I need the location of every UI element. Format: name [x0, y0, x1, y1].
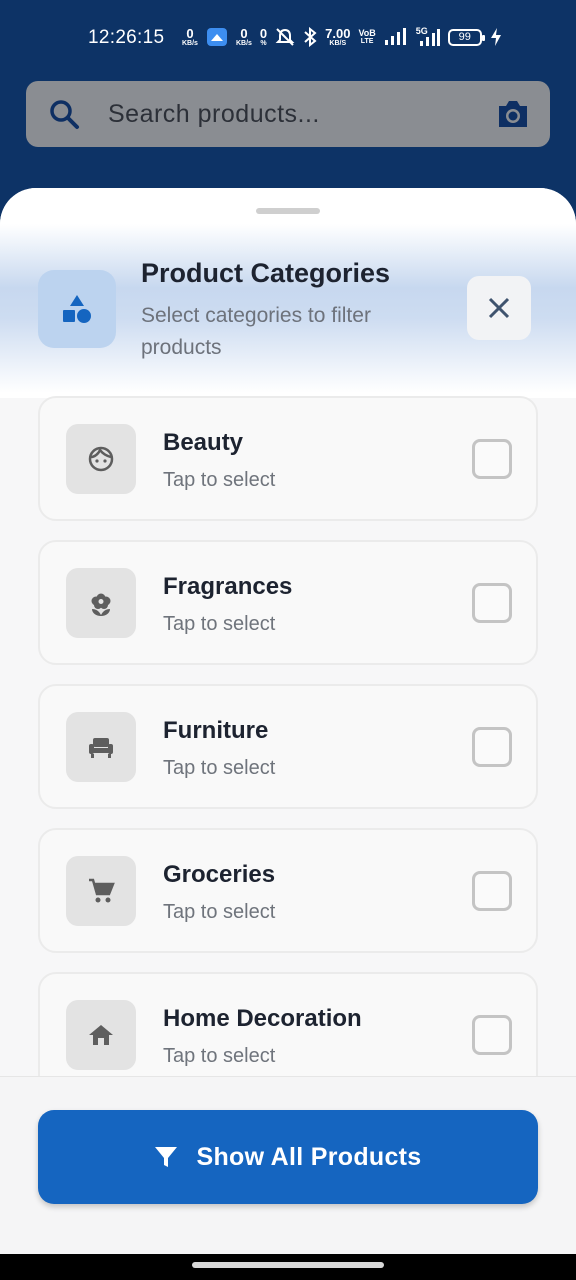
sheet-title: Product Categories	[141, 258, 391, 288]
category-hint: Tap to select	[163, 469, 276, 491]
camera-icon[interactable]	[496, 98, 530, 130]
bluetooth-icon	[304, 27, 317, 47]
category-checkbox[interactable]	[472, 727, 512, 767]
close-button[interactable]	[467, 276, 531, 340]
net-speed-indicator: 0 KB/s	[182, 25, 198, 47]
status-icons: 0 KB/s 0 KB/s 0% 7.00 KB/S VoB LTE 5G 99	[182, 24, 502, 50]
category-checkbox[interactable]	[472, 871, 512, 911]
category-item-icon-box	[66, 712, 136, 782]
net-speed-indicator: 0 KB/s	[235, 25, 252, 47]
sheet-footer: Show All Products	[0, 1076, 576, 1254]
category-hint: Tap to select	[163, 901, 276, 923]
show-all-products-label: Show All Products	[196, 1142, 422, 1171]
speed-indicator: 7.00 KB/S	[325, 25, 351, 47]
search-icon[interactable]	[48, 98, 80, 130]
category-item-beauty[interactable]: Beauty Tap to select	[38, 396, 538, 521]
battery-icon: 99	[447, 28, 485, 46]
search-bar	[26, 81, 550, 147]
category-checkbox[interactable]	[472, 1015, 512, 1055]
category-hint: Tap to select	[163, 613, 276, 635]
category-name: Furniture	[163, 717, 269, 744]
category-item-furniture[interactable]: Furniture Tap to select	[38, 684, 538, 809]
category-item-fragrances[interactable]: Fragrances Tap to select	[38, 540, 538, 665]
armchair-icon	[89, 738, 113, 758]
mute-icon	[275, 28, 295, 46]
search-input[interactable]	[108, 91, 478, 137]
category-bottom-sheet: Product Categories Select categories to …	[0, 188, 576, 1254]
category-name: Fragrances	[163, 573, 293, 600]
status-bar: 12:26:15 0 KB/s 0 KB/s 0% 7.00 KB/S VoB LTE …	[0, 0, 576, 72]
signal-icon	[384, 28, 406, 45]
category-name: Groceries	[163, 861, 276, 888]
category-list[interactable]: Beauty Tap to select Fragrances Tap to s…	[0, 396, 576, 1076]
face-icon	[88, 446, 114, 472]
category-hint: Tap to select	[163, 757, 276, 779]
category-item-icon-box	[66, 856, 136, 926]
drag-handle[interactable]	[256, 208, 320, 214]
volte-indicator: VoB LTE	[358, 28, 376, 45]
category-name: Home Decoration	[163, 1005, 362, 1032]
app-notification-icon	[206, 28, 227, 46]
charging-icon	[490, 28, 501, 46]
category-hint: Tap to select	[163, 1045, 276, 1067]
home-gesture-pill[interactable]	[192, 1262, 384, 1268]
category-item-icon-box	[66, 568, 136, 638]
sheet-subtitle: Select categories to filter products	[141, 304, 371, 359]
system-nav-bar	[0, 1254, 576, 1280]
category-icon	[63, 295, 91, 323]
show-all-products-button[interactable]: Show All Products	[38, 1110, 538, 1204]
5g-signal-icon: 5G	[414, 26, 440, 47]
category-item-icon-box	[66, 424, 136, 494]
cart-icon	[89, 878, 115, 903]
category-name: Beauty	[163, 429, 244, 456]
category-item-icon-box	[66, 1000, 136, 1070]
category-item-groceries[interactable]: Groceries Tap to select	[38, 828, 538, 953]
sheet-header: Product Categories Select categories to …	[0, 188, 576, 398]
data-usage-indicator: 0%	[259, 25, 268, 47]
category-badge	[38, 270, 116, 348]
home-icon	[89, 1025, 113, 1045]
category-item-home-decoration[interactable]: Home Decoration Tap to select	[38, 972, 538, 1076]
category-checkbox[interactable]	[472, 439, 512, 479]
flower-icon	[91, 593, 111, 616]
category-checkbox[interactable]	[472, 583, 512, 623]
filter-icon	[155, 1147, 178, 1167]
close-icon	[488, 297, 510, 319]
clock: 12:26:15	[88, 27, 165, 48]
